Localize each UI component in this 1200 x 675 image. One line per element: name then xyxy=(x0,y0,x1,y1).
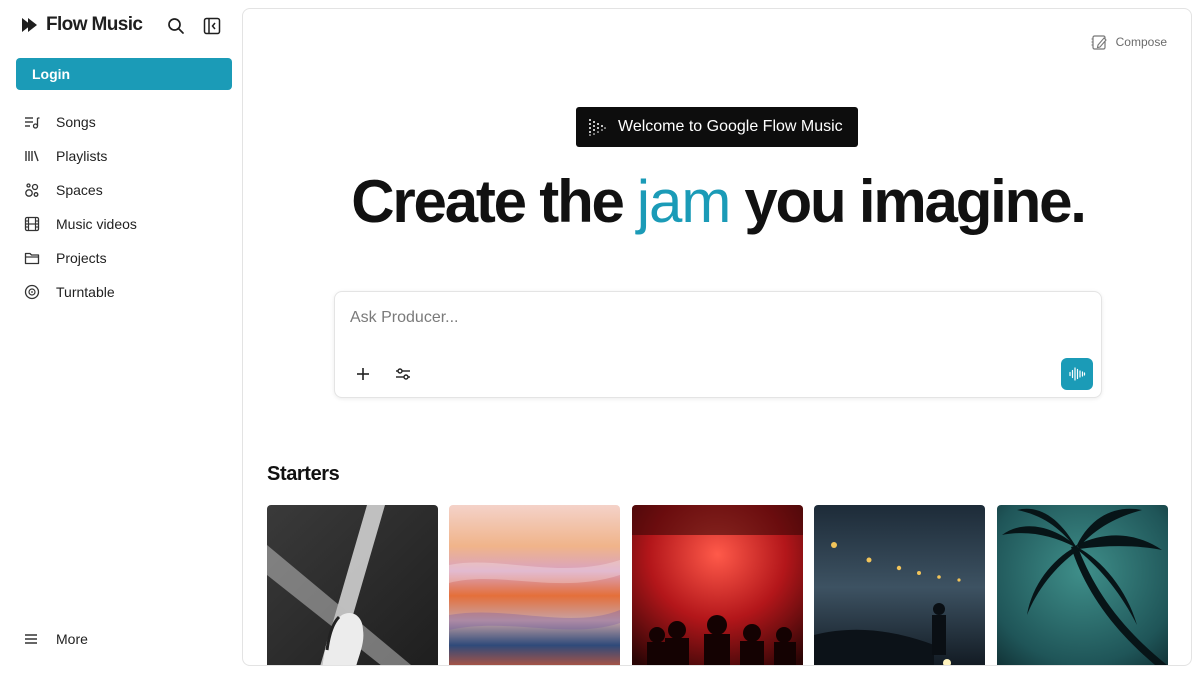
sliders-icon xyxy=(396,368,410,380)
menu-icon xyxy=(16,629,48,649)
sidebar-item-music-videos[interactable]: Music videos xyxy=(16,207,232,241)
add-attachment-button[interactable] xyxy=(349,360,377,388)
welcome-label: Welcome to Google Flow Music xyxy=(618,118,843,135)
sidebar-item-projects[interactable]: Projects xyxy=(16,241,232,275)
starter-image xyxy=(632,505,803,665)
login-button[interactable]: Login xyxy=(16,58,232,90)
starter-image xyxy=(267,505,438,665)
film-icon xyxy=(16,214,48,234)
starter-card-foggy-street[interactable] xyxy=(814,505,985,665)
plus-icon xyxy=(357,368,369,380)
welcome-banner[interactable]: Welcome to Google Flow Music xyxy=(576,107,858,147)
compose-icon xyxy=(1091,35,1107,50)
sidebar-item-label: Turntable xyxy=(56,284,115,300)
sidebar-item-label: Songs xyxy=(56,114,96,130)
sidebar-item-label: Music videos xyxy=(56,216,137,232)
hero-headline: Create the jam you imagine. xyxy=(243,167,1191,236)
starter-image xyxy=(814,505,985,665)
main-panel: Compose Welcome to Google Flow Music Cre… xyxy=(242,8,1192,666)
sidebar-item-turntable[interactable]: Turntable xyxy=(16,275,232,309)
sidebar-item-label: Spaces xyxy=(56,182,103,198)
spaces-icon xyxy=(16,180,48,200)
ask-producer-input[interactable] xyxy=(350,306,1050,330)
starter-card-pastel-sky[interactable] xyxy=(449,505,620,665)
more-menu-button[interactable]: More xyxy=(16,622,232,656)
sidebar-item-playlists[interactable]: Playlists xyxy=(16,139,232,173)
sidebar-item-label: Projects xyxy=(56,250,107,266)
starter-image xyxy=(449,505,620,665)
brand-name: Flow Music xyxy=(46,14,143,35)
sidebar-item-label: Playlists xyxy=(56,148,108,164)
producer-prompt-box xyxy=(334,291,1102,398)
brand[interactable]: Flow Music xyxy=(20,14,143,36)
collapse-sidebar-icon[interactable] xyxy=(200,14,224,38)
flow-dots-icon xyxy=(589,119,606,136)
headline-end: you imagine. xyxy=(744,168,1087,235)
voice-input-button[interactable] xyxy=(1061,358,1093,390)
playlists-icon xyxy=(16,146,48,166)
sidebar-item-spaces[interactable]: Spaces xyxy=(16,173,232,207)
waveform-icon xyxy=(1069,367,1086,381)
starter-image xyxy=(997,505,1168,665)
sidebar-nav: Songs Playlists Spaces Music videos Proj… xyxy=(16,105,232,309)
settings-button[interactable] xyxy=(389,360,417,388)
folder-icon xyxy=(16,248,48,268)
compose-button[interactable]: Compose xyxy=(1090,33,1167,51)
starter-card-palm-tree[interactable] xyxy=(997,505,1168,665)
headline-accent-word: jam xyxy=(636,168,732,235)
headline-start: Create the xyxy=(351,168,625,235)
songs-icon xyxy=(16,112,48,132)
disc-icon xyxy=(16,282,48,302)
starter-card-red-club[interactable] xyxy=(632,505,803,665)
compose-label: Compose xyxy=(1115,35,1167,49)
starter-card-light-beams[interactable] xyxy=(267,505,438,665)
sidebar-item-songs[interactable]: Songs xyxy=(16,105,232,139)
more-label: More xyxy=(56,631,88,647)
flow-logo-icon xyxy=(22,18,37,32)
sidebar: Flow Music Login Songs Playlists Spaces xyxy=(0,0,242,675)
starters-title: Starters xyxy=(267,463,340,485)
search-icon[interactable] xyxy=(164,14,188,38)
